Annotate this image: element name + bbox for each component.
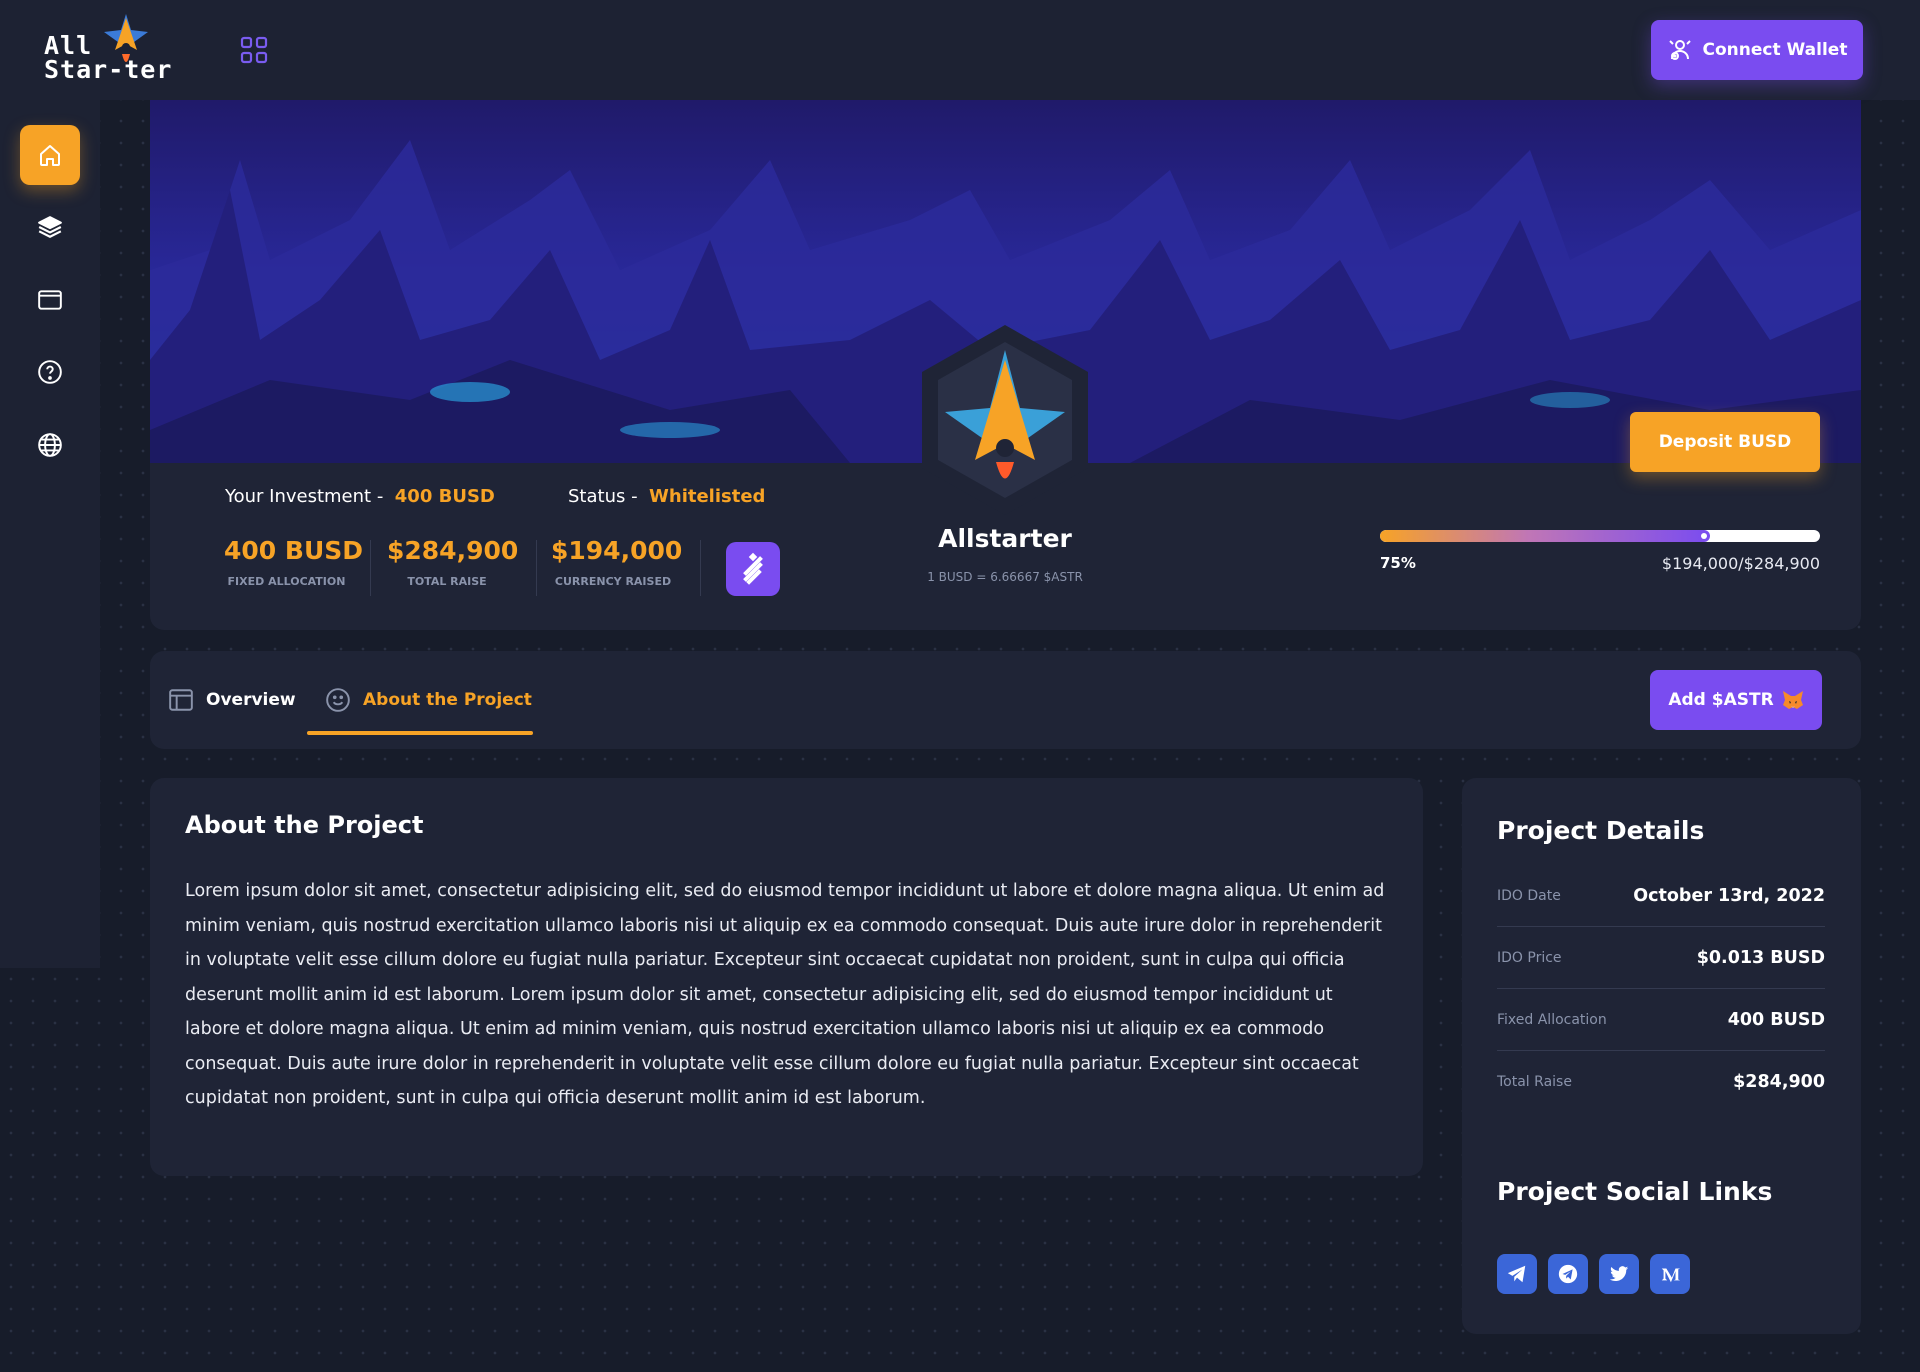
social-links-title: Project Social Links (1497, 1177, 1773, 1206)
active-tab-indicator (307, 731, 533, 735)
home-icon (40, 145, 60, 166)
metamask-fox-icon (1782, 691, 1803, 709)
about-project-card: About the Project Lorem ipsum dolor sit … (150, 778, 1423, 1176)
allstarter-logo[interactable]: All Star-ter (42, 14, 202, 84)
status-value: Whitelisted (649, 486, 766, 507)
layers-icon (38, 216, 62, 238)
tab-overview[interactable]: Overview (168, 651, 296, 749)
details-title: Project Details (1497, 816, 1705, 845)
sidebar-item-help[interactable] (20, 342, 80, 402)
connect-wallet-button[interactable]: Connect Wallet (1651, 20, 1863, 80)
project-hex-logo (922, 325, 1088, 515)
telegram-plane-icon (1507, 1265, 1526, 1283)
divider (700, 540, 701, 596)
telegram-link-button[interactable] (1497, 1254, 1537, 1294)
grid-menu-icon[interactable] (240, 36, 268, 64)
logo-rocket-icon (104, 14, 148, 62)
about-description: Lorem ipsum dolor sit amet, consectetur … (185, 881, 1385, 1108)
sidebar-item-globe[interactable] (20, 415, 80, 475)
sidebar-item-layers[interactable] (20, 197, 80, 257)
project-details-card: Project Details IDO Date October 13rd, 2… (1462, 778, 1861, 1334)
detail-row-ido-price: IDO Price $0.013 BUSD (1497, 927, 1825, 989)
project-tabs-bar: Overview About the Project Add $ASTR (150, 651, 1861, 749)
investment-value: 400 BUSD (394, 486, 495, 507)
busd-icon (743, 552, 763, 585)
stat-currency-raised: $194,000 CURRENCY RAISED (551, 536, 683, 588)
connect-wallet-label: Connect Wallet (1702, 40, 1848, 60)
social-links (1497, 1254, 1690, 1294)
status-line: Status - Whitelisted (568, 486, 766, 507)
project-name: Allstarter (938, 524, 1072, 553)
busd-token-badge[interactable] (726, 542, 780, 596)
telegram-channel-button[interactable] (1548, 1254, 1588, 1294)
about-title: About the Project (185, 811, 424, 839)
deposit-busd-button[interactable]: Deposit BUSD (1630, 412, 1820, 472)
twitter-link-button[interactable] (1599, 1254, 1639, 1294)
progress-knob (1701, 533, 1707, 539)
detail-row-fixed-allocation: Fixed Allocation 400 BUSD (1497, 989, 1825, 1051)
smile-icon (326, 688, 350, 712)
help-icon (38, 360, 62, 384)
globe-icon (38, 433, 62, 457)
investment-line: Your Investment - 400 BUSD (225, 486, 495, 507)
top-bar: All Star-ter Connect Wallet (0, 0, 1920, 100)
add-astr-button[interactable]: Add $ASTR (1650, 670, 1822, 730)
stat-total-raise: $284,900 TOTAL RAISE (387, 536, 519, 588)
raise-progress-bar (1380, 530, 1820, 542)
sidebar-item-home[interactable] (20, 125, 80, 185)
twitter-icon (1609, 1266, 1629, 1281)
table-icon (169, 689, 193, 711)
divider (370, 540, 371, 596)
wallet-users-icon (1668, 40, 1691, 60)
progress-raised-amount: $194,000/$284,900 (1661, 554, 1820, 573)
telegram-circle-icon (1558, 1264, 1578, 1284)
window-icon (38, 290, 62, 310)
divider (536, 540, 537, 596)
raise-progress-fill (1380, 530, 1710, 542)
project-hero-card: Deposit BUSD Allstarter 1 BUSD = 6.66667… (150, 100, 1861, 630)
stat-fixed-allocation: 400 BUSD FIXED ALLOCATION (224, 536, 364, 588)
medium-icon (1661, 1268, 1681, 1283)
medium-link-button[interactable] (1650, 1254, 1690, 1294)
detail-row-ido-date: IDO Date October 13rd, 2022 (1497, 865, 1825, 927)
detail-row-total-raise: Total Raise $284,900 (1497, 1072, 1825, 1092)
sidebar-item-window[interactable] (20, 270, 80, 330)
progress-percent: 75% (1380, 554, 1416, 572)
token-rate: 1 BUSD = 6.66667 $ASTR (927, 570, 1083, 584)
sidebar (0, 100, 100, 968)
